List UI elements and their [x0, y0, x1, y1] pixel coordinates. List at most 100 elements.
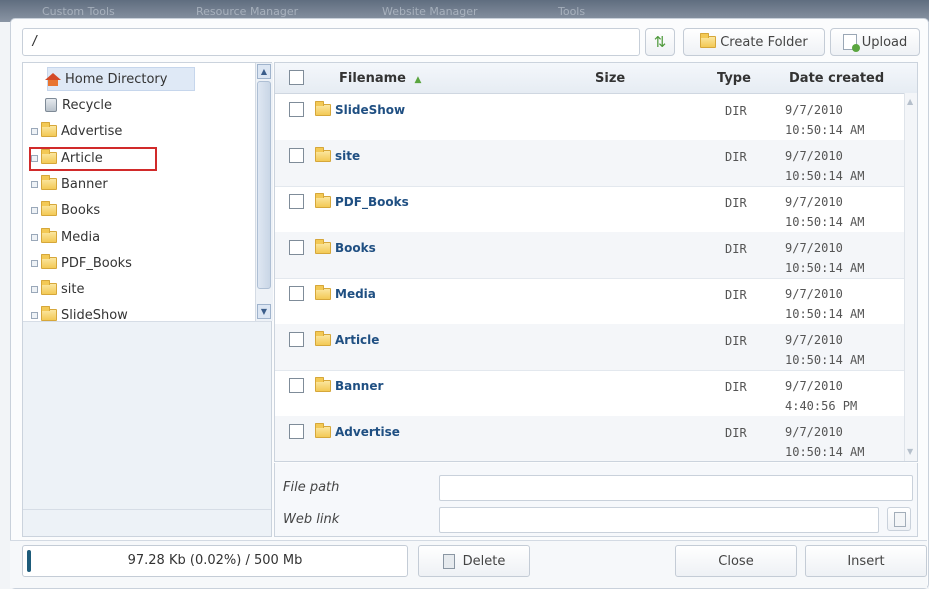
filename-cell[interactable]: Media — [315, 285, 376, 301]
expand-icon[interactable] — [31, 311, 38, 319]
column-header-type[interactable]: Type — [717, 71, 751, 86]
row-checkbox[interactable] — [289, 148, 304, 163]
table-row[interactable]: Article DIR 9/7/2010 10:50:14 AM — [275, 324, 905, 371]
column-header-size[interactable]: Size — [595, 71, 625, 86]
folder-icon — [315, 377, 331, 392]
web-link-label: Web link — [283, 512, 340, 527]
date-cell: 9/7/2010 10:50:14 AM — [785, 192, 864, 232]
close-button[interactable]: Close — [675, 545, 797, 577]
table-row[interactable]: PDF_Books DIR 9/7/2010 10:50:14 AM — [275, 186, 905, 233]
file-details-panel: File path Web link — [274, 463, 918, 537]
date-cell: 9/7/2010 4:40:56 PM — [785, 376, 857, 416]
table-row[interactable]: Advertise DIR 9/7/2010 10:50:14 AM — [275, 416, 905, 461]
expand-icon[interactable] — [31, 127, 38, 135]
table-row[interactable]: Books DIR 9/7/2010 10:50:14 AM — [275, 232, 905, 279]
tree-item-slideshow[interactable]: SlideShow — [31, 304, 128, 321]
time-line: 10:50:14 AM — [785, 307, 865, 321]
scroll-down-icon[interactable]: ▼ — [907, 447, 913, 456]
filename-cell[interactable]: Books — [315, 239, 376, 255]
upload-label: Upload — [861, 34, 908, 50]
web-link-field[interactable] — [439, 507, 879, 533]
time-line: 10:50:14 AM — [785, 353, 865, 367]
select-all-checkbox[interactable] — [289, 70, 304, 85]
home-icon — [45, 72, 61, 86]
article-callout-box — [29, 147, 157, 171]
expand-icon[interactable] — [31, 233, 38, 241]
bg-tab-3: Website Manager — [382, 5, 478, 18]
folder-icon — [315, 423, 331, 438]
folder-icon — [41, 254, 57, 269]
row-checkbox[interactable] — [289, 332, 304, 347]
tree-scrollbar[interactable]: ▲ ▼ — [255, 63, 273, 321]
expand-icon[interactable] — [31, 180, 38, 188]
folder-icon — [315, 331, 331, 346]
filename-cell[interactable]: SlideShow — [315, 101, 405, 117]
filename-cell[interactable]: Article — [315, 331, 379, 347]
type-cell: DIR — [725, 426, 747, 440]
file-list-scrollbar[interactable]: ▲ ▼ — [904, 93, 917, 461]
scroll-down-icon[interactable]: ▼ — [257, 304, 271, 319]
column-header-filename[interactable]: Filename ▲ — [339, 71, 421, 86]
file-path-field[interactable] — [439, 475, 913, 501]
tree-item-pdf-books[interactable]: PDF_Books — [31, 252, 132, 274]
insert-button[interactable]: Insert — [805, 545, 927, 577]
tree-item-banner[interactable]: Banner — [31, 173, 108, 195]
date-cell: 9/7/2010 10:50:14 AM — [785, 422, 864, 461]
folder-icon — [315, 285, 331, 300]
delete-label: Delete — [462, 553, 506, 569]
filename-text: Advertise — [335, 425, 400, 439]
create-folder-label: Create Folder — [720, 34, 808, 50]
expand-icon[interactable] — [31, 206, 38, 214]
tree-item-advertise[interactable]: Advertise — [31, 120, 122, 142]
tree-item-books[interactable]: Books — [31, 199, 100, 221]
folder-icon — [41, 122, 57, 137]
delete-button[interactable]: Delete — [418, 545, 530, 577]
scroll-up-icon[interactable]: ▲ — [257, 64, 271, 79]
quota-text: 97.28 Kb (0.02%) / 500 Mb — [127, 553, 303, 568]
row-checkbox[interactable] — [289, 102, 304, 117]
table-row[interactable]: Media DIR 9/7/2010 10:50:14 AM — [275, 278, 905, 325]
tree-scroll-thumb[interactable] — [257, 81, 271, 289]
expand-icon[interactable] — [31, 259, 38, 267]
expand-icon[interactable] — [31, 285, 38, 293]
tree-item-label: Books — [61, 202, 101, 218]
date-line: 9/7/2010 — [785, 287, 843, 301]
filename-cell[interactable]: PDF_Books — [315, 193, 409, 209]
folder-icon — [315, 193, 331, 208]
table-row[interactable]: Banner DIR 9/7/2010 4:40:56 PM — [275, 370, 905, 417]
filename-text: PDF_Books — [335, 195, 409, 209]
filename-cell[interactable]: site — [315, 147, 360, 163]
folder-icon — [41, 306, 57, 321]
table-row[interactable]: site DIR 9/7/2010 10:50:14 AM — [275, 140, 905, 187]
filename-cell[interactable]: Banner — [315, 377, 383, 393]
row-checkbox[interactable] — [289, 286, 304, 301]
refresh-button[interactable]: ⇅ — [645, 28, 675, 56]
column-header-date[interactable]: Date created — [789, 71, 884, 86]
time-line: 10:50:14 AM — [785, 123, 865, 137]
type-cell: DIR — [725, 104, 747, 118]
sort-arrow-icon: ▲ — [414, 75, 422, 85]
tree-item-recycle[interactable]: Recycle — [45, 94, 112, 116]
path-input[interactable]: / — [22, 28, 640, 56]
refresh-icon: ⇅ — [653, 33, 667, 51]
table-row[interactable]: SlideShow DIR 9/7/2010 10:50:14 AM — [275, 94, 905, 141]
row-checkbox[interactable] — [289, 424, 304, 439]
row-checkbox[interactable] — [289, 194, 304, 209]
row-checkbox[interactable] — [289, 240, 304, 255]
time-line: 10:50:14 AM — [785, 169, 865, 183]
tree-item-site[interactable]: site — [31, 278, 84, 300]
folder-sidebar: Home Directory Recycle Advertise Article… — [22, 62, 273, 537]
upload-button[interactable]: Upload — [830, 28, 920, 56]
sidebar-divider — [23, 321, 271, 322]
trash-icon — [442, 553, 455, 569]
type-cell: DIR — [725, 196, 747, 210]
scroll-up-icon[interactable]: ▲ — [907, 97, 913, 106]
tree-item-home-directory[interactable]: Home Directory — [45, 68, 167, 90]
copy-link-button[interactable] — [887, 507, 911, 531]
filename-cell[interactable]: Advertise — [315, 423, 400, 439]
row-checkbox[interactable] — [289, 378, 304, 393]
tree-item-media[interactable]: Media — [31, 226, 100, 248]
type-cell: DIR — [725, 380, 747, 394]
create-folder-button[interactable]: Create Folder — [683, 28, 825, 56]
time-line: 4:40:56 PM — [785, 399, 858, 413]
